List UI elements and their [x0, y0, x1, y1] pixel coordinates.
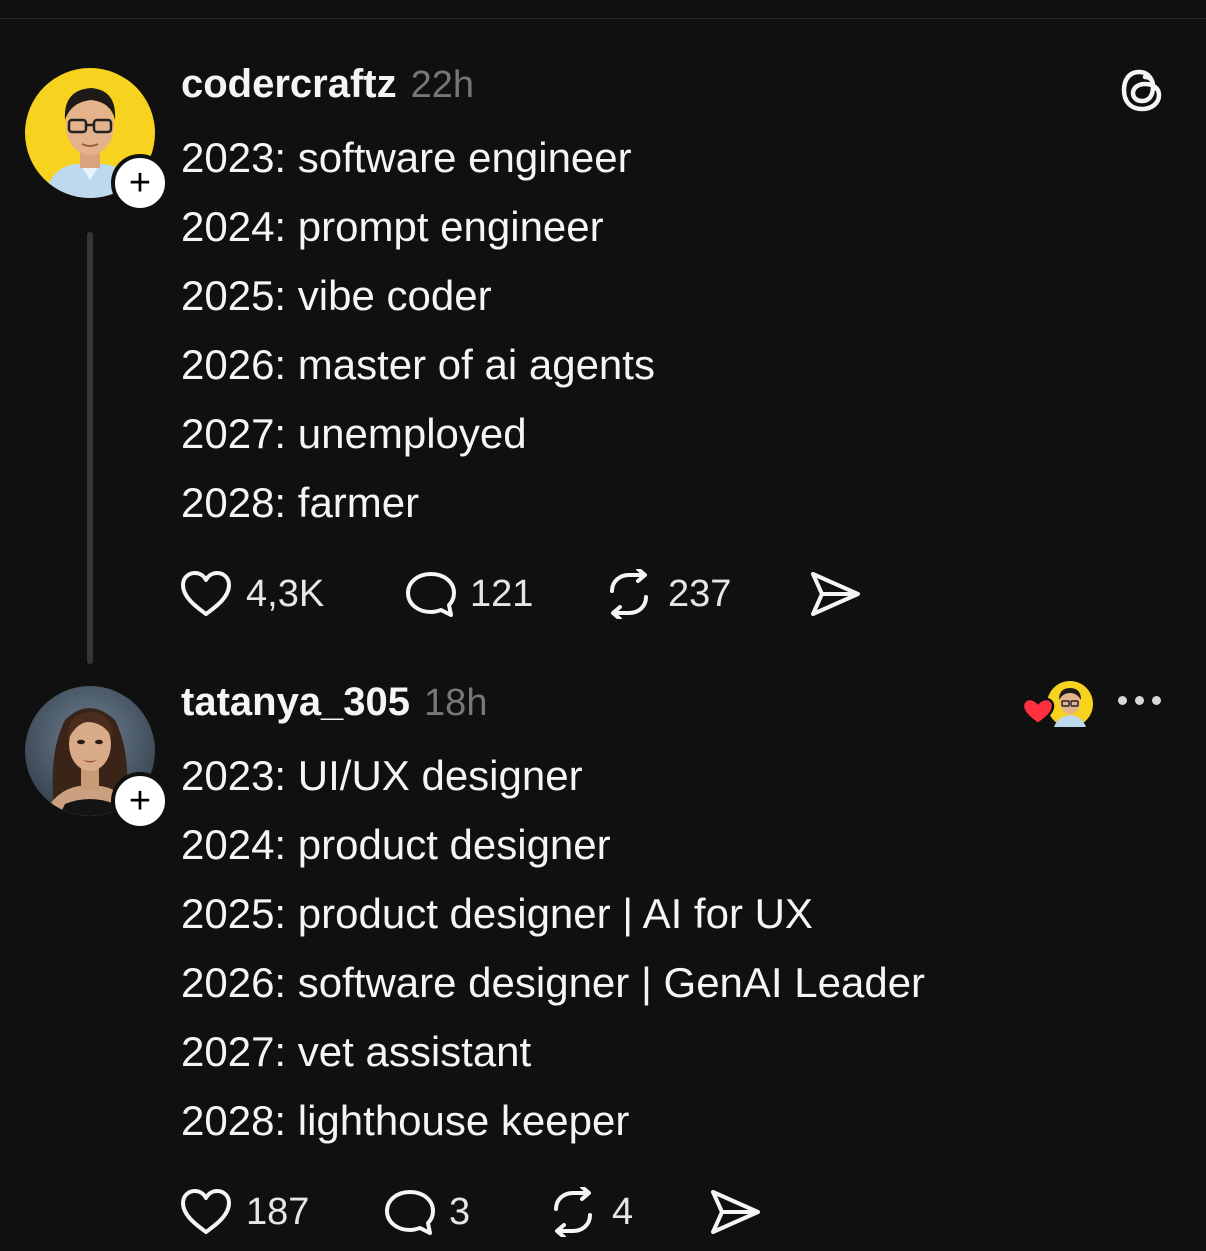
comment-icon	[406, 572, 456, 617]
reply-count: 3	[449, 1190, 471, 1233]
send-icon	[811, 572, 860, 616]
username[interactable]: tatanya_305	[181, 680, 410, 725]
repost-icon	[554, 1187, 592, 1237]
heart-icon	[181, 571, 231, 616]
more-options-icon[interactable]	[1118, 696, 1161, 705]
repost-button[interactable]: 237	[602, 564, 731, 624]
comment-icon	[385, 1190, 435, 1235]
post-text-line: 2027: vet assistant	[181, 1028, 532, 1075]
repost-button[interactable]: 4	[546, 1182, 633, 1242]
avatar[interactable]: +	[25, 686, 169, 830]
reply-count: 121	[470, 572, 534, 615]
reply-button[interactable]: 121	[404, 564, 533, 624]
post-text-line: 2023: software engineer	[181, 134, 632, 181]
post-text-line: 2026: master of ai agents	[181, 341, 655, 388]
follow-plus-button[interactable]: +	[111, 772, 169, 830]
like-count: 187	[246, 1190, 310, 1233]
like-button[interactable]: 187	[178, 1182, 309, 1242]
post-text-line: 2024: prompt engineer	[181, 203, 604, 250]
repost-count: 4	[612, 1190, 634, 1233]
timestamp: 18h	[424, 682, 488, 724]
post-text-line: 2026: software designer | GenAI Leader	[181, 959, 926, 1006]
like-count: 4,3K	[246, 572, 325, 615]
post-body: 2023: UI/UX designer 2024: product desig…	[181, 741, 925, 1155]
post-text-line: 2027: unemployed	[181, 410, 527, 457]
avatar[interactable]: +	[25, 68, 169, 212]
thread-connector-line	[87, 232, 93, 664]
post-text-line: 2024: product designer	[181, 821, 611, 868]
share-button[interactable]	[708, 1182, 762, 1242]
top-divider	[0, 18, 1206, 19]
follow-plus-button[interactable]: +	[111, 154, 169, 212]
timestamp: 22h	[410, 64, 475, 106]
repost-count: 237	[668, 572, 732, 615]
post-header: tatanya_305 18h	[181, 680, 487, 730]
heart-icon	[181, 1189, 231, 1234]
like-button[interactable]: 4,3K	[178, 564, 324, 624]
post-text-line: 2025: vibe coder	[181, 272, 492, 319]
post-text-line: 2028: lighthouse keeper	[181, 1097, 630, 1144]
username[interactable]: codercraftz	[181, 62, 397, 107]
post-header: codercraftz 22h	[181, 62, 474, 112]
post-text-line: 2028: farmer	[181, 479, 420, 526]
reply-button[interactable]: 3	[383, 1182, 470, 1242]
post-body: 2023: software engineer 2024: prompt eng…	[181, 123, 655, 537]
send-icon	[711, 1190, 760, 1234]
post-text-line: 2025: product designer | AI for UX	[181, 890, 813, 937]
share-button[interactable]	[808, 564, 862, 624]
liked-by-author-indicator[interactable]	[1020, 680, 1096, 730]
post-text-line: 2023: UI/UX designer	[181, 752, 583, 799]
threads-logo-icon[interactable]	[1118, 64, 1166, 119]
repost-icon	[610, 569, 648, 619]
